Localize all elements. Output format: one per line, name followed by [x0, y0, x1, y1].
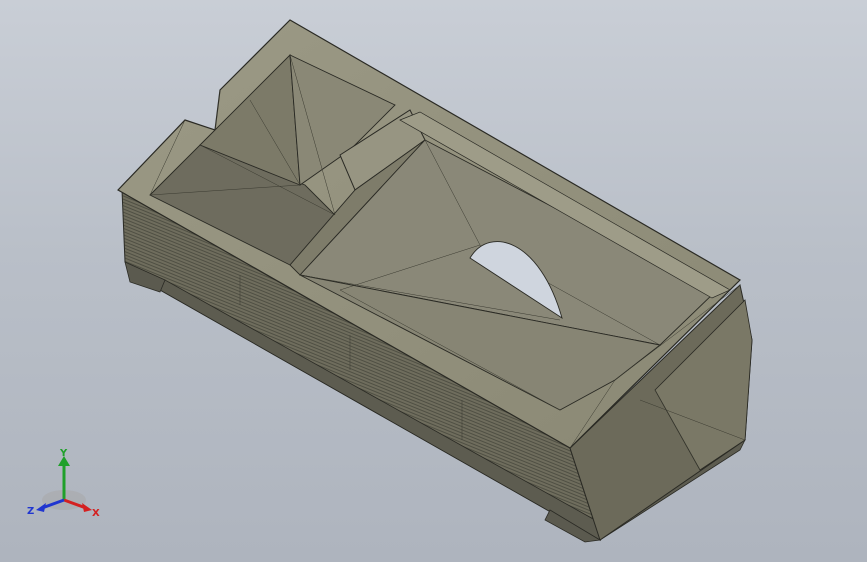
y-axis-label: Y: [59, 448, 68, 459]
x-arrow-head-icon: [82, 503, 92, 512]
3d-model-part[interactable]: [0, 0, 867, 562]
x-axis-label: X: [92, 508, 100, 519]
orientation-triad[interactable]: Y X Z: [24, 448, 104, 524]
graphics-viewport[interactable]: Y X Z: [0, 0, 867, 562]
z-arrow-head-icon: [36, 503, 46, 512]
z-axis-label: Z: [27, 506, 34, 517]
